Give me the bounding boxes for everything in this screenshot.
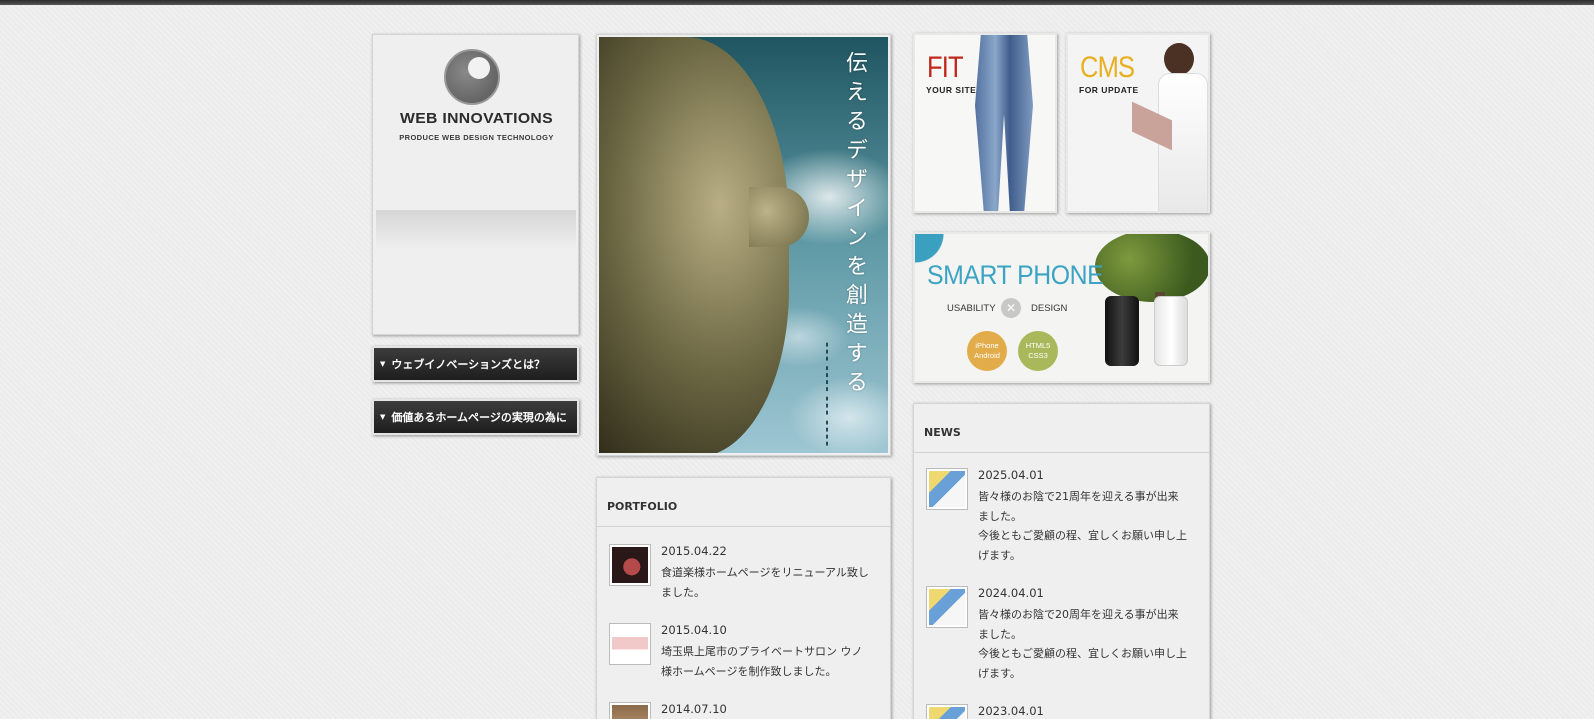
- news-line: 今後ともご愛顧の程、宜しくお願い申し上げます。: [978, 647, 1187, 680]
- logo-tagline: PRODUCE WEB DESIGN TECHNOLOGY: [399, 133, 554, 142]
- badge-line: CSS3: [1028, 351, 1048, 360]
- portfolio-text[interactable]: 埼玉県上尾市のプライベートサロン ウノ様ホームページを制作致しました。: [661, 642, 871, 681]
- portfolio-date: 2015.04.10: [661, 623, 727, 637]
- woman-with-laptop: [1132, 43, 1208, 211]
- triangle-down-icon: ▼: [380, 413, 386, 421]
- portfolio-title: PORTFOLIO: [607, 500, 678, 513]
- hero-small-copy: ▮▮▮ ▮▮▮▮ ▮▮▮ ▮▮▮▮: [824, 342, 830, 448]
- news-line: 皆々様のお陰で20周年を迎える事が出来ました。: [978, 608, 1179, 641]
- news-date: 2023.04.01: [978, 704, 1044, 718]
- woman-head: [1164, 43, 1194, 75]
- menu-label-value: 価値あるホームページの実現の為に: [391, 411, 567, 424]
- jeans-illustration: [975, 35, 1033, 211]
- hero-image: 伝えるデザインを創造する ▮▮▮ ▮▮▮▮ ▮▮▮ ▮▮▮▮: [596, 34, 891, 456]
- news-text: 皆々様のお陰で20周年を迎える事が出来ました。 今後ともご愛顧の程、宜しくお願い…: [978, 605, 1188, 683]
- cross-icon: ✕: [1001, 298, 1021, 318]
- face-profile: [749, 187, 809, 247]
- badge-line: iPhone: [975, 341, 999, 350]
- iphone-android-badge: iPhone Android: [967, 331, 1007, 371]
- hero-photo: 伝えるデザインを創造する ▮▮▮ ▮▮▮▮ ▮▮▮ ▮▮▮▮: [599, 37, 888, 453]
- news-thumbnail[interactable]: [926, 468, 968, 510]
- portfolio-thumbnail[interactable]: [609, 623, 651, 665]
- fit-banner[interactable]: FIT YOUR SITE: [913, 33, 1057, 213]
- white-phone-icon: [1154, 296, 1188, 366]
- portfolio-thumbnail[interactable]: [609, 544, 651, 586]
- portfolio-date: 2015.04.22: [661, 544, 727, 558]
- divider: [597, 526, 890, 527]
- top-bar: [0, 0, 1594, 5]
- tree-illustration: [1095, 234, 1208, 302]
- design-label: DESIGN: [1031, 303, 1068, 314]
- triangle-down-icon: ▼: [380, 360, 386, 368]
- smartphone-title: SMART PHONE: [927, 260, 1104, 290]
- black-phone-icon: [1105, 296, 1139, 366]
- badge-line: Android: [974, 351, 1000, 360]
- smartphone-banner[interactable]: SMART PHONE USABILITY ✕ DESIGN iPhone An…: [913, 232, 1210, 383]
- news-date: 2025.04.01: [978, 468, 1044, 482]
- menu-button-about[interactable]: ▼ ウェブイノベーションズとは？: [372, 346, 579, 382]
- portfolio-thumbnail[interactable]: [609, 702, 651, 719]
- portfolio-date: 2014.07.10: [661, 702, 727, 716]
- cms-title: CMS: [1080, 51, 1135, 84]
- news-title: NEWS: [924, 426, 961, 439]
- badge-line: HTML5: [1025, 341, 1051, 350]
- portfolio-text[interactable]: 食道楽様ホームページをリニューアル致しました。: [661, 563, 871, 602]
- news-thumbnail[interactable]: [926, 704, 968, 719]
- portfolio-panel: PORTFOLIO 2015.04.22 食道楽様ホームページをリニューアル致し…: [596, 477, 891, 719]
- news-date: 2024.04.01: [978, 586, 1044, 600]
- news-line: 今後ともご愛顧の程、宜しくお願い申し上げます。: [978, 529, 1187, 562]
- cms-banner[interactable]: CMS FOR UPDATE: [1066, 33, 1210, 213]
- logo-panel[interactable]: WEB INNOVATIONS PRODUCE WEB DESIGN TECHN…: [372, 34, 579, 335]
- news-panel: NEWS 2025.04.01 皆々様のお陰で21周年を迎える事が出来ました。 …: [913, 403, 1210, 719]
- logo-title: WEB INNOVATIONS: [400, 110, 553, 127]
- fit-title: FIT: [927, 51, 964, 84]
- menu-label-about: ウェブイノベーションズとは？: [391, 358, 545, 371]
- usability-label: USABILITY: [947, 303, 996, 314]
- menu-button-value[interactable]: ▼ 価値あるホームページの実現の為に: [372, 399, 579, 435]
- cms-subtitle: FOR UPDATE: [1079, 85, 1139, 95]
- logo-shade: [376, 210, 576, 250]
- html5-css3-badge: HTML5 CSS3: [1018, 331, 1058, 371]
- hero-catchcopy: 伝えるデザインを創造する: [842, 51, 867, 399]
- news-thumbnail[interactable]: [926, 586, 968, 628]
- news-text: 皆々様のお陰で21周年を迎える事が出来ました。 今後ともご愛顧の程、宜しくお願い…: [978, 487, 1188, 565]
- logo-mark-icon: [444, 49, 500, 105]
- divider: [914, 452, 1209, 453]
- news-line: 皆々様のお陰で21周年を迎える事が出来ました。: [978, 490, 1179, 523]
- fit-subtitle: YOUR SITE: [926, 85, 977, 95]
